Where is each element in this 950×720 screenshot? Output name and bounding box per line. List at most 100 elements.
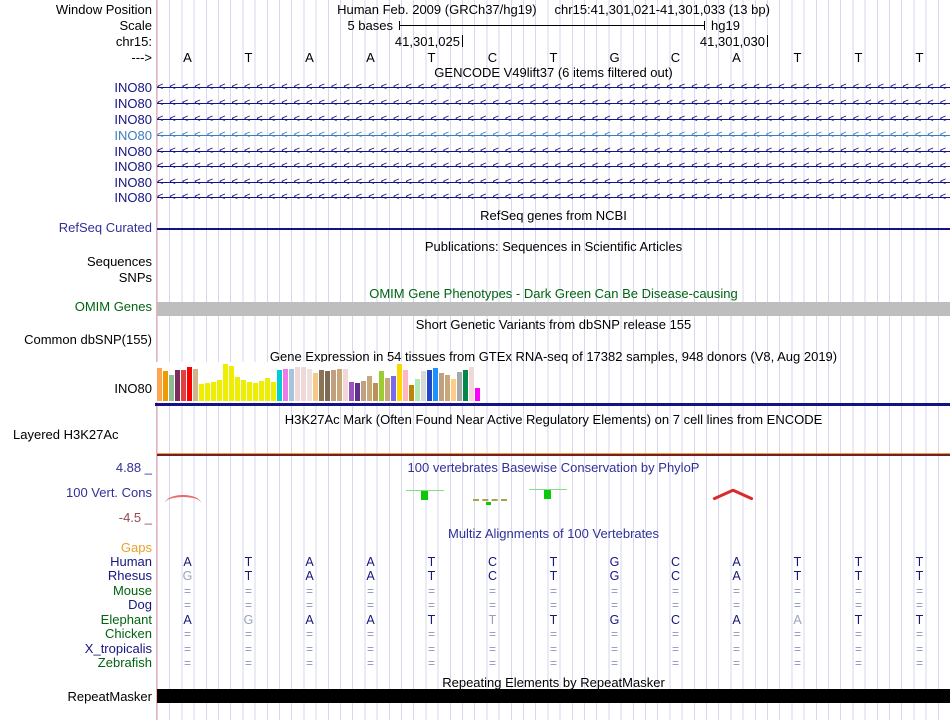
gtex-tissue-bar[interactable] [427, 370, 432, 401]
gtex-tissue-bar[interactable] [349, 382, 354, 401]
gtex-tissue-bar[interactable] [337, 369, 342, 401]
gtex-tissue-bar[interactable] [397, 364, 402, 401]
gtex-tissue-bar[interactable] [373, 383, 378, 401]
multiz-cell: = [183, 656, 191, 670]
gencode-gene-label[interactable]: INO80 [0, 176, 152, 189]
gtex-tissue-bar[interactable] [409, 385, 414, 401]
multiz-species-label[interactable]: Mouse [0, 584, 152, 597]
multiz-species-label[interactable]: Elephant [0, 613, 152, 626]
gencode-gene-label[interactable]: INO80 [0, 145, 152, 158]
gencode-gene-item[interactable]: <<<<<<<<<<<<<<<<<<<<<<<<<<<<<<<<<<<<<<<<… [157, 145, 950, 158]
omim-genes-label[interactable]: OMIM Genes [0, 300, 152, 313]
gtex-tissue-bar[interactable] [205, 383, 210, 401]
gtex-tissue-bar[interactable] [199, 384, 204, 401]
gtex-tissue-bar[interactable] [313, 373, 318, 401]
gtex-tissue-bar[interactable] [193, 369, 198, 401]
refseq-curated-label[interactable]: RefSeq Curated [0, 221, 152, 234]
gtex-tissue-bar[interactable] [187, 367, 192, 401]
gtex-tissue-bar[interactable] [379, 371, 384, 401]
coordinate-right[interactable]: 41,301,030 [667, 35, 765, 48]
gencode-gene-item[interactable]: <<<<<<<<<<<<<<<<<<<<<<<<<<<<<<<<<<<<<<<<… [157, 81, 950, 94]
strand-arrow-label[interactable]: ---> [0, 51, 152, 64]
gtex-tissue-bar[interactable] [223, 364, 228, 401]
gencode-gene-item[interactable]: <<<<<<<<<<<<<<<<<<<<<<<<<<<<<<<<<<<<<<<<… [157, 191, 950, 204]
gencode-gene-label[interactable]: INO80 [0, 81, 152, 94]
gtex-tissue-bar[interactable] [451, 379, 456, 401]
gencode-gene-label[interactable]: INO80 [0, 113, 152, 126]
gencode-gene-label[interactable]: INO80 [0, 129, 152, 142]
gtex-tissue-bar[interactable] [277, 370, 282, 401]
gencode-gene-item[interactable]: <<<<<<<<<<<<<<<<<<<<<<<<<<<<<<<<<<<<<<<<… [157, 129, 950, 142]
multiz-cell: = [488, 656, 496, 670]
gencode-gene-label[interactable]: INO80 [0, 97, 152, 110]
gtex-tissue-bar[interactable] [163, 371, 168, 401]
gtex-tissue-bar[interactable] [235, 377, 240, 401]
gtex-tissue-bar[interactable] [421, 371, 426, 401]
multiz-species-label[interactable]: X_tropicalis [0, 642, 152, 655]
gtex-tissue-bar[interactable] [253, 383, 258, 401]
gtex-tissue-bar[interactable] [169, 375, 174, 401]
coordinate-left[interactable]: 41,301,025 [362, 35, 460, 48]
gtex-gene-label[interactable]: INO80 [0, 382, 152, 395]
conservation-label[interactable]: 100 Vert. Cons [0, 486, 152, 499]
gtex-tissue-bar[interactable] [175, 370, 180, 401]
multiz-species-label[interactable]: Dog [0, 598, 152, 611]
multiz-species-label[interactable]: Zebrafish [0, 656, 152, 669]
multiz-species-label[interactable]: Human [0, 555, 152, 568]
gencode-gene-item[interactable]: <<<<<<<<<<<<<<<<<<<<<<<<<<<<<<<<<<<<<<<<… [157, 176, 950, 189]
gtex-tissue-bar[interactable] [259, 381, 264, 401]
gtex-tissue-bar[interactable] [157, 368, 162, 401]
gtex-tissue-bar[interactable] [445, 375, 450, 401]
multiz-species-label[interactable]: Chicken [0, 627, 152, 640]
gtex-tissue-bar[interactable] [271, 382, 276, 401]
h3k27ac-label[interactable]: Layered H3K27Ac [13, 428, 119, 441]
gtex-tissue-bar[interactable] [463, 370, 468, 401]
gtex-tissue-bar[interactable] [181, 370, 186, 401]
gtex-tissue-bar[interactable] [385, 378, 390, 401]
gtex-expression-bars[interactable] [157, 363, 483, 401]
dbsnp-label[interactable]: Common dbSNP(155) [0, 333, 152, 346]
repeatmasker-label[interactable]: RepeatMasker [0, 690, 152, 703]
gtex-tissue-bar[interactable] [319, 370, 324, 401]
gtex-tissue-bar[interactable] [391, 376, 396, 401]
gtex-tissue-bar[interactable] [469, 367, 474, 401]
gtex-tissue-bar[interactable] [355, 383, 360, 401]
gtex-tissue-bar[interactable] [301, 367, 306, 401]
gencode-gene-label[interactable]: INO80 [0, 160, 152, 173]
gtex-tissue-bar[interactable] [325, 371, 330, 401]
gtex-tissue-bar[interactable] [283, 369, 288, 401]
gtex-tissue-bar[interactable] [247, 382, 252, 401]
gtex-tissue-bar[interactable] [331, 370, 336, 401]
gtex-tissue-bar[interactable] [241, 380, 246, 401]
gtex-tissue-bar[interactable] [403, 370, 408, 401]
gencode-gene-item[interactable]: <<<<<<<<<<<<<<<<<<<<<<<<<<<<<<<<<<<<<<<<… [157, 97, 950, 110]
gtex-tissue-bar[interactable] [361, 381, 366, 401]
refseq-gene-line[interactable] [157, 228, 950, 230]
gtex-tissue-bar[interactable] [289, 369, 294, 401]
sequences-label[interactable]: Sequences [0, 255, 152, 268]
multiz-cell: T [915, 555, 924, 569]
multiz-cell: = [427, 642, 435, 656]
gtex-tissue-bar[interactable] [229, 366, 234, 401]
gencode-gene-item[interactable]: <<<<<<<<<<<<<<<<<<<<<<<<<<<<<<<<<<<<<<<<… [157, 113, 950, 126]
gtex-tissue-bar[interactable] [265, 378, 270, 401]
omim-gene-bar[interactable] [157, 302, 950, 316]
gtex-tissue-bar[interactable] [307, 369, 312, 401]
gtex-tissue-bar[interactable] [217, 380, 222, 401]
gtex-tissue-bar[interactable] [457, 372, 462, 401]
snps-label[interactable]: SNPs [0, 271, 152, 284]
gtex-tissue-bar[interactable] [475, 388, 480, 401]
gencode-gene-item[interactable]: <<<<<<<<<<<<<<<<<<<<<<<<<<<<<<<<<<<<<<<<… [157, 160, 950, 173]
gtex-tissue-bar[interactable] [343, 369, 348, 401]
gtex-tissue-bar[interactable] [295, 367, 300, 401]
gtex-tissue-bar[interactable] [211, 382, 216, 401]
gtex-tissue-bar[interactable] [439, 373, 444, 401]
multiz-species-label[interactable]: Rhesus [0, 569, 152, 582]
gtex-tissue-bar[interactable] [433, 368, 438, 401]
gencode-gene-label[interactable]: INO80 [0, 191, 152, 204]
repeatmasker-element-bar[interactable] [157, 689, 950, 703]
gtex-tissue-bar[interactable] [415, 379, 420, 401]
h3k27ac-signal-line[interactable] [157, 453, 950, 456]
gtex-tissue-bar[interactable] [367, 376, 372, 401]
multiz-species-label[interactable]: Gaps [0, 541, 152, 554]
